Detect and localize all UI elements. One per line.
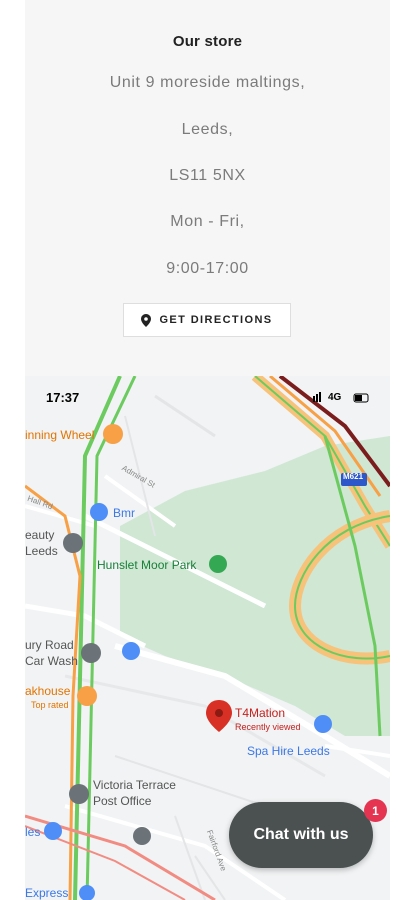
beauty-poi-icon[interactable] <box>63 533 83 553</box>
steakhouse-sub-label: Top rated <box>31 700 69 710</box>
hunslet-moor-park-label: Hunslet Moor Park <box>97 558 197 572</box>
car-wash-poi-icon[interactable] <box>81 643 101 663</box>
bmr-poi-icon[interactable] <box>90 503 108 521</box>
t4mation-label: T4Mation <box>235 706 286 720</box>
motorway-shield-label: M621 <box>343 472 364 481</box>
store-opening-days: Mon - Fri, <box>170 213 245 230</box>
t4mation-sub-label: Recently viewed <box>235 722 301 732</box>
car-wash-label-line2: Car Wash <box>25 654 78 668</box>
post-office-label-line2: Post Office <box>93 794 152 808</box>
spa-hire-leeds-label: Spa Hire Leeds <box>247 744 330 758</box>
spa-hire-poi-icon[interactable] <box>314 715 332 733</box>
bmr-label: Bmr <box>113 506 135 520</box>
status-bar-time: 17:37 <box>46 390 80 405</box>
store-address-line2: Leeds, <box>181 121 234 138</box>
store-address-line1: Unit 9 moreside maltings, <box>109 74 306 91</box>
get-directions-button[interactable]: GET DIRECTIONS <box>123 303 291 337</box>
cafe-poi-icon[interactable] <box>103 424 123 444</box>
car-wash-label-line1: ury Road <box>25 638 74 652</box>
express-label: Express <box>25 886 69 900</box>
store-opening-hours: 9:00-17:00 <box>166 260 249 277</box>
post-office-poi-icon[interactable] <box>69 784 89 804</box>
chat-with-us-button[interactable]: Chat with us <box>229 802 373 868</box>
chat-with-us-label: Chat with us <box>253 826 349 843</box>
restaurant-poi-icon[interactable] <box>77 686 97 706</box>
beauty-label-line2: Leeds <box>25 544 58 558</box>
shop-poi-icon[interactable] <box>122 642 140 660</box>
store-info-card: Our store Unit 9 moreside maltings, Leed… <box>25 0 390 376</box>
map-pin-icon <box>141 313 152 327</box>
beauty-label-line1: eauty <box>25 528 55 542</box>
chat-unread-badge: 1 <box>364 799 387 822</box>
post-office-label-line1: Victoria Terrace <box>93 778 176 792</box>
les-label: les <box>25 825 41 839</box>
spinning-wheel-label: inning Wheel <box>25 428 95 442</box>
store-title: Our store <box>172 33 243 50</box>
get-directions-label: GET DIRECTIONS <box>159 314 273 326</box>
status-bar-network: 4G <box>328 392 342 403</box>
store-postcode: LS11 5NX <box>169 167 246 184</box>
steakhouse-label: akhouse <box>25 684 71 698</box>
